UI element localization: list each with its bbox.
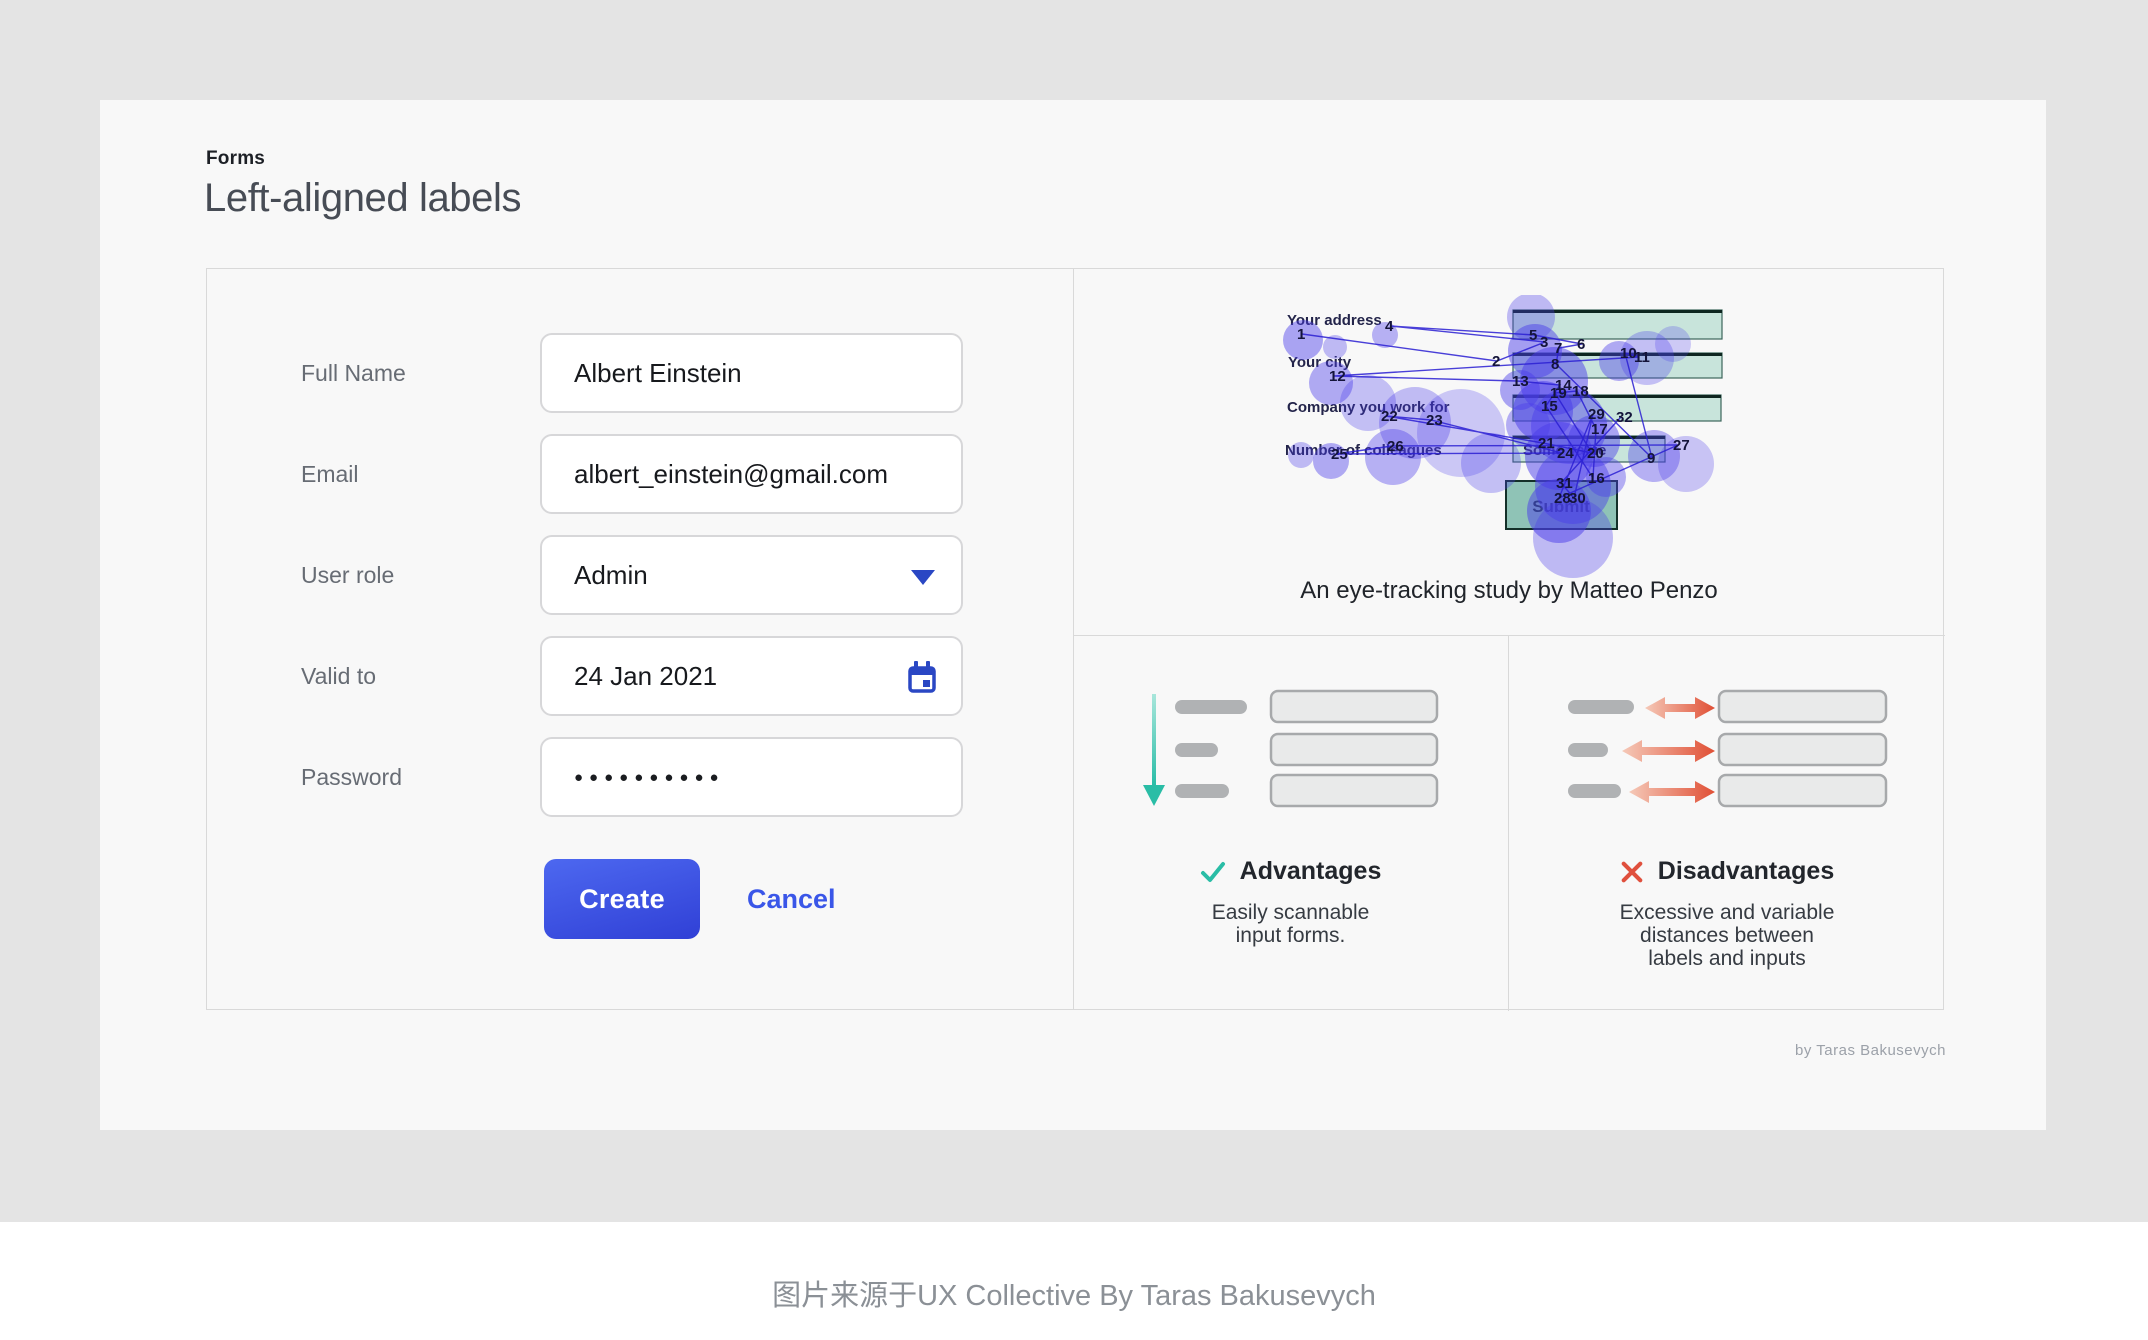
svg-text:11: 11	[1634, 349, 1650, 366]
svg-text:4: 4	[1385, 318, 1394, 335]
svg-text:8: 8	[1551, 356, 1559, 373]
form-row-password: Password ●●●●●●●●●●	[207, 737, 1073, 817]
page-title: Left-aligned labels	[204, 176, 522, 220]
check-icon	[1200, 861, 1225, 882]
disadvantages-heading: Disadvantages	[1509, 857, 1945, 886]
validto-date-input[interactable]: 24 Jan 2021	[540, 636, 963, 716]
advantages-panel: Advantages Easily scannable input forms.	[1073, 635, 1509, 1011]
svg-text:23: 23	[1426, 412, 1443, 429]
svg-text:5: 5	[1529, 327, 1537, 344]
disadvantages-panel: Disadvantages Excessive and variable dis…	[1509, 635, 1945, 1011]
password-field[interactable]: ●●●●●●●●●●	[540, 737, 963, 817]
double-arrow-icon	[1629, 781, 1715, 803]
svg-text:29: 29	[1588, 406, 1605, 423]
svg-text:31: 31	[1556, 475, 1573, 492]
study-section: Some valueSubmitYour addressYour cityCom…	[1073, 269, 1945, 636]
svg-text:18: 18	[1572, 383, 1589, 400]
svg-text:32: 32	[1616, 409, 1633, 426]
variable-distance-diagram	[1568, 689, 1888, 808]
svg-text:9: 9	[1647, 450, 1655, 467]
svg-text:7: 7	[1554, 340, 1562, 357]
svg-text:21: 21	[1538, 435, 1555, 452]
validto-label: Valid to	[301, 663, 377, 689]
eye-tracking-heatmap: Some valueSubmitYour addressYour cityCom…	[1283, 295, 1723, 578]
svg-text:27: 27	[1673, 437, 1690, 454]
down-arrow-icon	[1152, 694, 1156, 787]
svg-text:6: 6	[1577, 336, 1585, 353]
svg-text:13: 13	[1512, 373, 1529, 390]
svg-text:12: 12	[1329, 368, 1346, 385]
email-value: albert_einstein@gmail.com	[574, 458, 888, 489]
form-row-email: Email albert_einstein@gmail.com	[207, 434, 1073, 514]
double-arrow-icon	[1645, 697, 1715, 719]
disadvantages-text: Excessive and variable distances between…	[1619, 901, 1835, 970]
email-label: Email	[301, 461, 359, 487]
svg-text:1: 1	[1297, 326, 1305, 343]
advantages-text: Easily scannable input forms.	[1211, 901, 1370, 947]
email-field[interactable]: albert_einstein@gmail.com	[540, 434, 963, 514]
userrole-value: Admin	[574, 559, 648, 590]
form-row-validto: Valid to 24 Jan 2021	[207, 636, 1073, 716]
cancel-button[interactable]: Cancel	[747, 859, 917, 939]
chevron-down-icon	[911, 570, 935, 585]
validto-value: 24 Jan 2021	[574, 660, 718, 691]
svg-text:17: 17	[1591, 421, 1608, 438]
userrole-select[interactable]: Admin	[540, 535, 963, 615]
form-row-userrole: User role Admin	[207, 535, 1073, 615]
form-row-fullname: Full Name Albert Einstein	[207, 333, 1073, 413]
disadvantages-title: Disadvantages	[1657, 857, 1835, 885]
svg-text:26: 26	[1387, 438, 1404, 455]
svg-text:20: 20	[1587, 445, 1604, 462]
author-credit: by Taras Bakusevych	[1795, 1042, 1946, 1059]
create-button[interactable]: Create	[544, 859, 700, 939]
scannable-flow-diagram	[1143, 689, 1439, 808]
page: Forms Left-aligned labels Full Name Albe…	[0, 0, 2148, 1340]
fullname-label: Full Name	[301, 360, 406, 386]
svg-text:2: 2	[1492, 353, 1500, 370]
svg-text:25: 25	[1331, 446, 1348, 463]
svg-text:3: 3	[1540, 334, 1548, 351]
svg-text:16: 16	[1588, 470, 1605, 487]
svg-text:30: 30	[1569, 490, 1586, 507]
source-caption: 图片来源于UX Collective By Taras Bakusevych	[772, 1280, 1376, 1312]
fullname-input[interactable]: Albert Einstein	[540, 333, 963, 413]
example-panel: Full Name Albert Einstein Email albert_e…	[206, 268, 1945, 1011]
svg-text:22: 22	[1381, 408, 1398, 425]
userrole-label: User role	[301, 562, 395, 588]
advantages-heading: Advantages	[1073, 857, 1508, 886]
advantages-title: Advantages	[1239, 857, 1382, 885]
svg-text:24: 24	[1557, 445, 1574, 462]
study-caption: An eye-tracking study by Matteo Penzo	[1300, 577, 1718, 604]
password-label: Password	[301, 764, 402, 790]
eyebrow-label: Forms	[206, 148, 266, 169]
calendar-icon[interactable]	[907, 661, 937, 702]
password-masked-value: ●●●●●●●●●●	[574, 768, 725, 786]
card: Forms Left-aligned labels Full Name Albe…	[100, 100, 2046, 1130]
fullname-value: Albert Einstein	[574, 357, 742, 388]
double-arrow-icon	[1622, 740, 1715, 762]
form-section: Full Name Albert Einstein Email albert_e…	[207, 269, 1074, 1009]
svg-text:19: 19	[1550, 385, 1567, 402]
x-icon	[1621, 861, 1643, 882]
